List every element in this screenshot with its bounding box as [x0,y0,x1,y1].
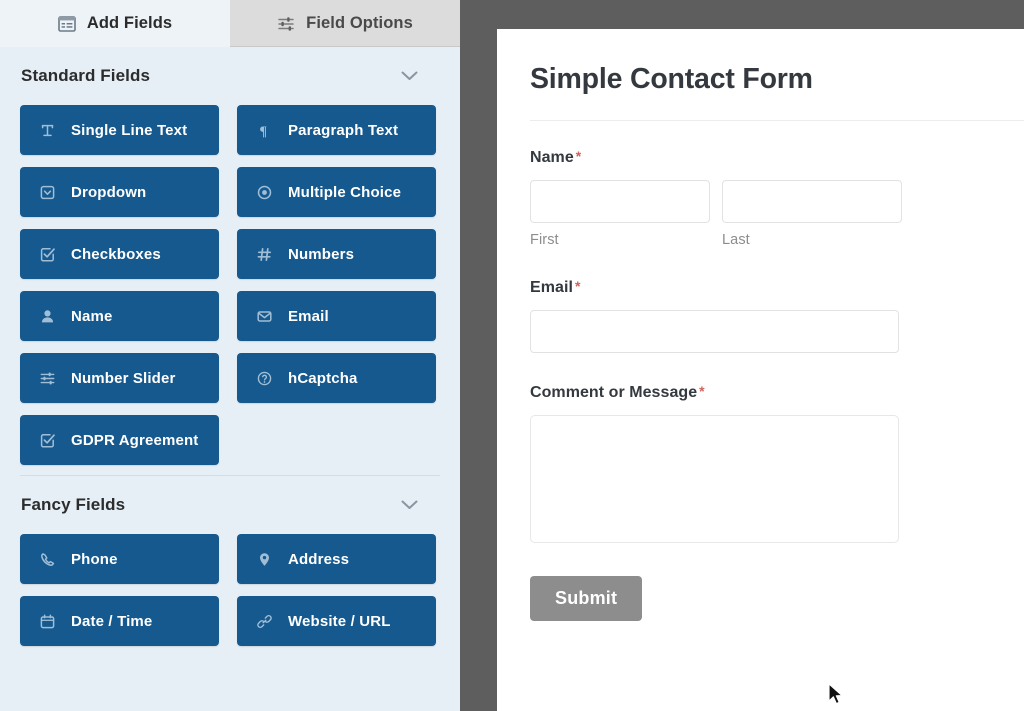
user-icon [40,309,57,324]
tab-field-options-label: Field Options [306,14,413,32]
sidebar-content: Standard Fields Single Line Text ¶ Parag… [0,47,460,711]
hash-icon [257,247,274,262]
form-preview-content: Simple Contact Form Name * First Last Em… [497,29,1024,621]
sliders-icon [40,371,57,386]
field-label: Email [288,307,329,325]
envelope-icon [257,309,274,324]
field-label-name: Name * [530,148,992,167]
last-name-input[interactable] [722,179,902,223]
field-button-phone[interactable]: Phone [20,534,219,584]
field-label: Date / Time [71,612,153,630]
field-label-text: Name [530,148,574,166]
last-name-sublabel: Last [722,231,750,248]
field-button-address[interactable]: Address [237,534,436,584]
field-button-paragraph-text[interactable]: ¶ Paragraph Text [237,105,436,155]
field-button-number-slider[interactable]: Number Slider [20,353,219,403]
name-last-column: Last [722,179,902,248]
required-marker: * [574,277,581,294]
required-marker: * [699,382,705,399]
calendar-icon [40,614,57,629]
dropdown-icon [40,185,57,200]
field-button-gdpr-agreement[interactable]: GDPR Agreement [20,415,219,465]
paragraph-icon: ¶ [257,123,274,139]
field-button-numbers[interactable]: Numbers [237,229,436,279]
section-title-standard-fields: Standard Fields [21,66,151,85]
panels-icon [58,15,76,32]
field-button-single-line-text[interactable]: Single Line Text [20,105,219,155]
field-label: Numbers [288,245,355,263]
field-button-dropdown[interactable]: Dropdown [20,167,219,217]
radio-icon [257,185,274,200]
chevron-down-icon[interactable] [401,71,418,81]
tab-add-fields[interactable]: Add Fields [0,0,230,47]
phone-icon [40,552,57,567]
required-marker: * [575,147,582,164]
first-name-sublabel: First [530,231,559,248]
standard-fields-grid: Single Line Text ¶ Paragraph Text Dropdo… [20,105,440,465]
submit-row: Submit [530,575,992,621]
map-pin-icon [257,552,274,567]
section-header-fancy-fields[interactable]: Fancy Fields [20,476,440,534]
first-name-input[interactable] [530,179,710,223]
field-button-email[interactable]: Email [237,291,436,341]
sliders-icon [277,16,295,32]
field-label: Website / URL [288,612,391,630]
field-label-text: Email [530,278,573,296]
preview-field-comment[interactable]: Comment or Message * [530,383,992,543]
field-label: Number Slider [71,369,176,387]
checkbox-icon [40,433,57,448]
email-input[interactable] [530,309,899,353]
builder-sidebar: Add Fields Field Options Standard Fields… [0,0,460,711]
section-title-fancy-fields: Fancy Fields [21,495,126,514]
text-cursor-icon [40,123,57,138]
checkbox-icon [40,247,57,262]
field-label-comment: Comment or Message * [530,383,992,402]
tab-field-options[interactable]: Field Options [230,0,460,47]
preview-field-name[interactable]: Name * First Last [530,148,992,248]
fancy-fields-grid: Phone Address Date / Time Website / URL [20,534,440,646]
field-button-hcaptcha[interactable]: hCaptcha [237,353,436,403]
field-label: Single Line Text [71,121,188,139]
field-label: hCaptcha [288,369,358,387]
link-icon [257,614,274,629]
comment-textarea[interactable] [530,414,899,543]
svg-text:¶: ¶ [260,124,268,138]
form-title: Simple Contact Form [530,63,1024,121]
field-button-checkboxes[interactable]: Checkboxes [20,229,219,279]
field-label: Checkboxes [71,245,161,263]
field-label-text: Comment or Message [530,383,698,401]
field-label: Phone [71,550,118,568]
field-label-email: Email * [530,278,992,297]
field-button-website-url[interactable]: Website / URL [237,596,436,646]
field-button-multiple-choice[interactable]: Multiple Choice [237,167,436,217]
chevron-down-icon[interactable] [401,500,418,510]
tab-add-fields-label: Add Fields [86,14,173,32]
form-preview-panel: Simple Contact Form Name * First Last Em… [497,29,1024,711]
field-label: Dropdown [71,183,147,201]
name-first-column: First [530,179,710,248]
field-button-date-time[interactable]: Date / Time [20,596,219,646]
section-header-standard-fields[interactable]: Standard Fields [20,47,440,105]
field-label: GDPR Agreement [71,431,199,449]
form-builder-screen: Add Fields Field Options Standard Fields… [0,0,1024,711]
submit-button[interactable]: Submit [530,575,643,621]
question-circle-icon [257,371,274,386]
field-label: Name [71,307,113,325]
field-label: Multiple Choice [288,183,402,201]
field-button-name[interactable]: Name [20,291,219,341]
name-inputs-row: First Last [530,179,992,248]
field-label: Address [288,550,350,568]
field-label: Paragraph Text [288,121,399,139]
preview-field-email[interactable]: Email * [530,278,992,353]
builder-tabs: Add Fields Field Options [0,0,460,47]
